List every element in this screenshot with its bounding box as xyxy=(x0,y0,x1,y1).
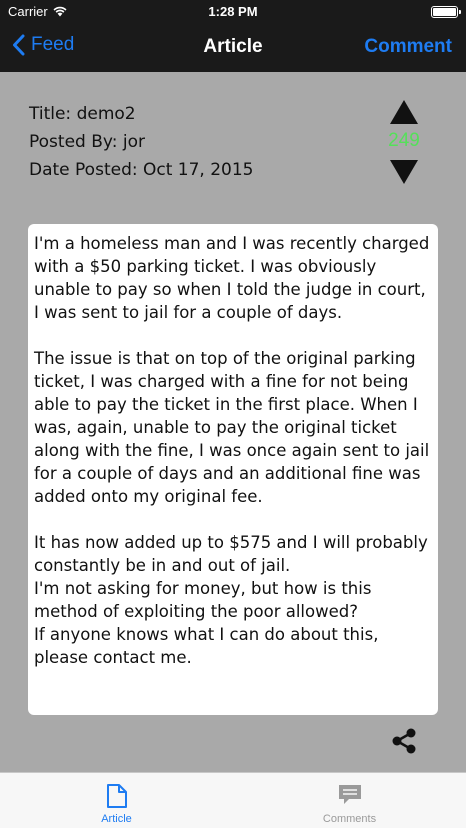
share-button[interactable] xyxy=(390,727,418,755)
share-icon xyxy=(392,728,416,754)
article-paragraph: I'm a homeless man and I was recently ch… xyxy=(34,234,430,322)
tab-comments[interactable]: Comments xyxy=(233,773,466,828)
tab-article[interactable]: Article xyxy=(0,773,233,828)
chevron-left-icon xyxy=(13,34,25,56)
article-date: Date Posted: Oct 17, 2015 xyxy=(29,160,254,180)
tab-comments-label: Comments xyxy=(322,813,377,825)
back-button[interactable]: Feed xyxy=(12,34,74,56)
status-time: 1:28 PM xyxy=(208,4,258,19)
chat-bubble-icon xyxy=(338,785,361,804)
article-meta: Title: demo2 Posted By: jor Date Posted:… xyxy=(29,100,254,184)
article-title: Title: demo2 xyxy=(29,104,136,124)
comment-button[interactable]: Comment xyxy=(364,36,452,58)
navigation-bar: Feed Article Comment xyxy=(0,24,466,72)
status-bar: Carrier 1:28 PM xyxy=(0,0,466,24)
battery-icon xyxy=(431,6,461,18)
tab-article-label: Article xyxy=(101,813,132,825)
article-body[interactable]: I'm a homeless man and I was recently ch… xyxy=(28,224,438,715)
document-icon xyxy=(106,784,127,808)
downvote-arrow-icon[interactable] xyxy=(390,160,418,184)
article-paragraph: It has now added up to $575 and I will p… xyxy=(34,533,428,667)
back-button-label: Feed xyxy=(31,34,75,55)
article-paragraph: The issue is that on top of the original… xyxy=(34,349,430,506)
article-author: Posted By: jor xyxy=(29,132,145,152)
tab-bar: Article Comments xyxy=(0,772,466,828)
upvote-arrow-icon[interactable] xyxy=(390,100,418,124)
vote-score: 249 xyxy=(388,130,420,151)
vote-control: 249 xyxy=(386,100,422,186)
